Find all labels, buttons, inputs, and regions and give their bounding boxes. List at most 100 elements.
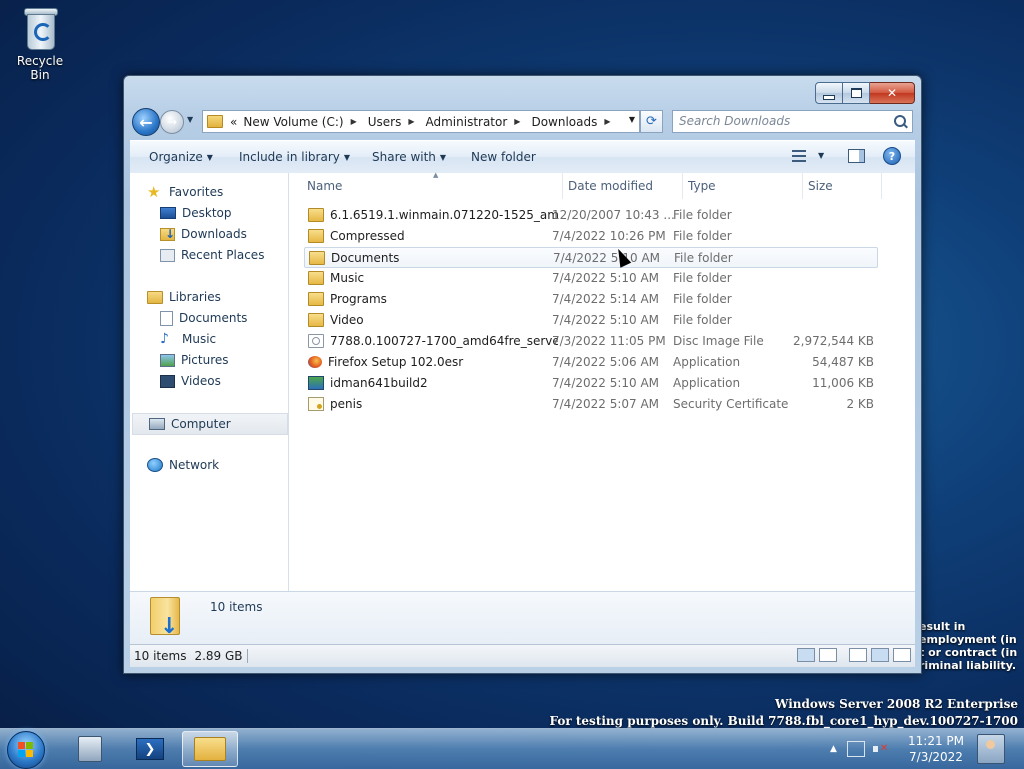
nav-network[interactable]: Network (147, 455, 285, 475)
address-bar[interactable]: « New Volume (C:) ▶ Users ▶ Administrator ▶… (202, 110, 640, 133)
server-manager-taskbar-button[interactable] (62, 731, 118, 767)
nav-videos[interactable]: Videos (160, 371, 285, 391)
file-name: 6.1.6519.1.winmain.071220-1525_amd64fr..… (330, 208, 558, 222)
recycle-bin[interactable]: Recycle Bin (8, 6, 72, 82)
close-button[interactable]: ✕ (870, 82, 915, 104)
file-type-cell: File folder (673, 292, 732, 306)
chevron-right-icon[interactable]: ▶ (510, 117, 524, 126)
column-header-date[interactable]: Date modified (562, 173, 683, 199)
include-label: Include in library (239, 150, 340, 164)
date-modified-cell: 7/4/2022 5:10 AM (553, 250, 661, 265)
file-size-cell: 11,006 KB (812, 376, 874, 390)
breadcrumb-item[interactable]: Downloads ▶ (528, 115, 614, 129)
file-name: 7788.0.100727-1700_amd64fre_serverente..… (330, 334, 558, 348)
nav-computer[interactable]: Computer (132, 413, 288, 435)
search-icon[interactable] (894, 115, 906, 127)
file-type-cell: Application (673, 376, 741, 390)
nav-recent-places[interactable]: Recent Places (160, 245, 285, 265)
recent-pages-dropdown[interactable]: ▼ (187, 115, 193, 124)
preview-pane-icon[interactable] (848, 149, 865, 163)
large-icons-view-icon[interactable] (819, 648, 837, 662)
maximize-button[interactable] (843, 82, 870, 104)
refresh-button[interactable]: ⟳ (640, 110, 663, 133)
show-hidden-icons-icon[interactable]: ▲ (830, 744, 837, 754)
minimize-button[interactable] (815, 82, 843, 104)
chevron-right-icon[interactable]: ▶ (347, 117, 361, 126)
chevron-right-icon[interactable]: ▶ (404, 117, 418, 126)
table-row[interactable]: penis 7/4/2022 5:07 AM Security Certificat… (304, 394, 878, 414)
forward-button[interactable]: → (160, 110, 184, 134)
share-with-button[interactable]: Share with ▼ (372, 150, 446, 164)
nav-documents[interactable]: Documents (160, 308, 285, 328)
column-header-type[interactable]: Type (682, 173, 803, 199)
search-box[interactable] (672, 110, 913, 133)
start-button[interactable] (7, 731, 45, 769)
os-watermark-build: For testing purposes only. Build 7788.fb… (549, 714, 1018, 728)
back-button[interactable]: ← (132, 108, 160, 136)
address-history-dropdown[interactable]: ▼ (629, 115, 635, 124)
table-row[interactable]: 6.1.6519.1.winmain.071220-1525_amd64fr..… (304, 205, 878, 225)
file-name-cell: idman641build2 (308, 376, 558, 390)
folder-icon (308, 208, 324, 222)
file-name-cell: Music (308, 271, 558, 285)
document-icon (160, 310, 173, 326)
table-row[interactable]: Compressed 7/4/2022 10:26 PM File folder (304, 226, 878, 246)
breadcrumb-item[interactable]: Users ▶ (365, 115, 419, 129)
table-row[interactable]: idman641build2 7/4/2022 5:10 AM Applicatio… (304, 373, 878, 393)
file-name-cell: 6.1.6519.1.winmain.071220-1525_amd64fr..… (308, 208, 558, 222)
nav-libraries[interactable]: Libraries (147, 287, 285, 307)
nav-label: Recent Places (181, 248, 265, 262)
table-row[interactable]: Video 7/4/2022 5:10 AM File folder (304, 310, 878, 330)
volume-muted-icon[interactable] (872, 742, 888, 756)
view-options-dropdown[interactable]: ▼ (818, 151, 824, 160)
file-type-cell: Application (673, 355, 741, 369)
change-view-icon[interactable] (792, 150, 808, 162)
nav-label: Network (169, 458, 220, 472)
clock-time: 11:21 PM (908, 734, 964, 748)
help-icon[interactable]: ? (883, 147, 901, 165)
details-view-icon[interactable] (797, 648, 815, 662)
breadcrumb-item[interactable]: Administrator ▶ (422, 115, 524, 129)
column-header-name[interactable]: Name ▲ (301, 171, 563, 199)
breadcrumb-item[interactable]: New Volume (C:) ▶ (240, 115, 360, 129)
file-list: Name ▲ Date modified Type Size 6.1.6519.1… (289, 171, 915, 591)
column-header-size[interactable]: Size (802, 173, 882, 199)
organize-button[interactable]: Organize ▼ (149, 150, 213, 164)
status-item-count: 10 items (134, 649, 187, 663)
date-modified-cell: 7/3/2022 11:05 PM (552, 334, 666, 348)
table-row[interactable]: Documents 7/4/2022 5:10 AM File folder (304, 247, 878, 268)
folder-icon (308, 292, 324, 306)
date-modified-cell: 7/4/2022 10:26 PM (552, 229, 666, 243)
breadcrumb-label: Users (367, 114, 402, 129)
nav-label: Documents (179, 311, 248, 325)
file-name-cell: Firefox Setup 102.0esr (308, 355, 558, 369)
nav-favorites[interactable]: ★ Favorites (147, 182, 285, 202)
breadcrumb-overflow[interactable]: « (227, 115, 240, 129)
pictures-icon (160, 353, 175, 367)
explorer-taskbar-button[interactable] (182, 731, 238, 767)
layout-preview-pane-icon[interactable] (893, 648, 911, 662)
layout-single-pane-icon[interactable] (849, 648, 867, 662)
nav-downloads[interactable]: Downloads (160, 224, 285, 244)
nav-music[interactable]: ♪ Music (160, 329, 285, 349)
date-modified-cell: 7/4/2022 5:10 AM (552, 313, 660, 327)
nav-pictures[interactable]: Pictures (160, 350, 285, 370)
network-status-icon[interactable] (846, 741, 865, 757)
powershell-taskbar-button[interactable]: ❯ (122, 731, 178, 767)
table-row[interactable]: Music 7/4/2022 5:10 AM File folder (304, 268, 878, 288)
certificate-icon (308, 397, 324, 411)
include-in-library-button[interactable]: Include in library ▼ (239, 150, 350, 164)
table-row[interactable]: 7788.0.100727-1700_amd64fre_serverente..… (304, 331, 878, 351)
navigation-bar: ← → ▼ « New Volume (C:) ▶ Users ▶ Administ… (132, 106, 913, 136)
table-row[interactable]: Programs 7/4/2022 5:14 AM File folder (304, 289, 878, 309)
search-input[interactable] (673, 111, 879, 130)
column-label: Type (688, 179, 716, 193)
chevron-right-icon[interactable]: ▶ (600, 117, 614, 126)
nav-desktop[interactable]: Desktop (160, 203, 285, 223)
clock[interactable]: 11:21 PM 7/3/2022 (905, 733, 967, 765)
new-folder-button[interactable]: New folder (471, 150, 536, 164)
desktop-icon (160, 207, 176, 219)
table-row[interactable]: Firefox Setup 102.0esr 7/4/2022 5:06 AM Ap… (304, 352, 878, 372)
user-account-icon[interactable] (977, 734, 1005, 764)
layout-details-pane-icon[interactable] (871, 648, 889, 662)
